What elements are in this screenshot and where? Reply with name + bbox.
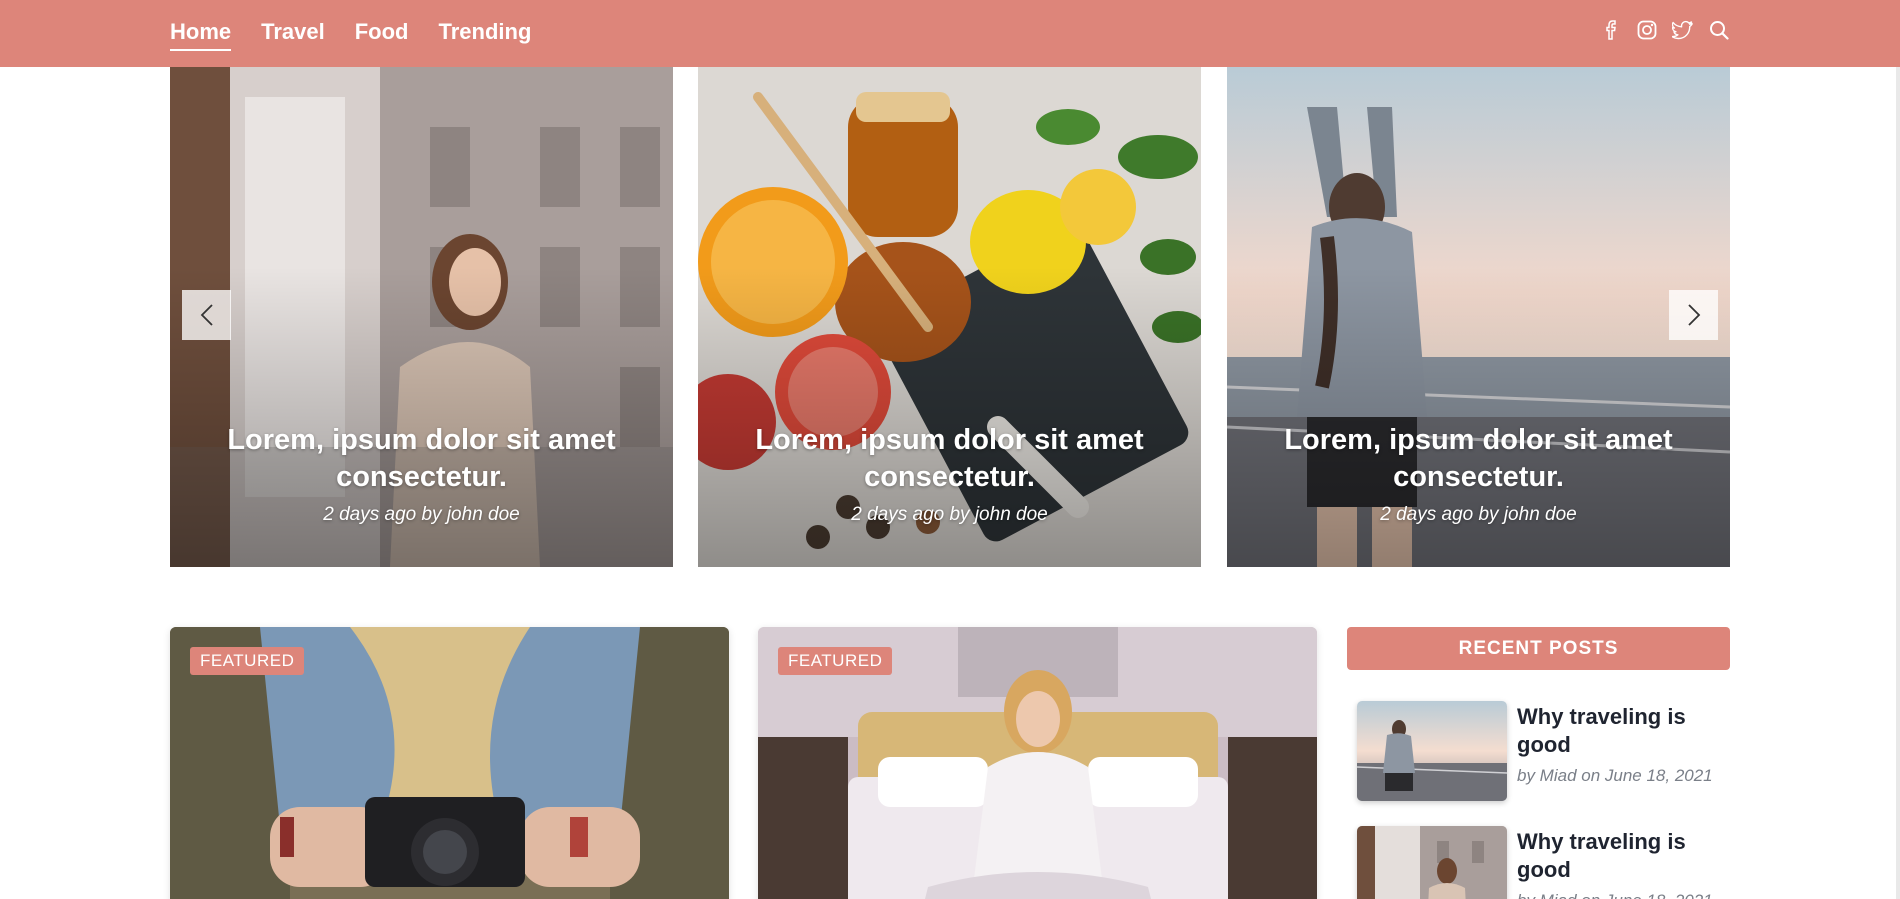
main-nav: Home Travel Food Trending [170, 0, 531, 67]
social-icons [1600, 0, 1730, 60]
slider-prev-button[interactable] [182, 290, 231, 340]
nav-link-trending[interactable]: Trending [439, 19, 532, 51]
chevron-left-icon [200, 304, 213, 326]
facebook-icon[interactable] [1600, 19, 1622, 41]
page-scrollbar[interactable] [1896, 67, 1900, 899]
slide-meta: 2 days ago by john doe [323, 504, 520, 525]
featured-card-2[interactable]: FEATURED [758, 627, 1317, 899]
recent-post-title[interactable]: Why traveling is good [1517, 703, 1730, 759]
recent-post-item[interactable]: Why traveling is good by Miad on June 18… [1357, 826, 1730, 899]
recent-post-title[interactable]: Why traveling is good [1517, 828, 1730, 884]
slide-title[interactable]: Lorem, ipsum dolor sit amet consectetur. [718, 422, 1181, 496]
nav-link-home[interactable]: Home [170, 19, 232, 51]
slide-1[interactable]: Lorem, ipsum dolor sit amet consectetur.… [170, 67, 673, 567]
slide-2[interactable]: Lorem, ipsum dolor sit amet consectetur.… [698, 67, 1201, 567]
twitter-icon[interactable] [1672, 19, 1694, 41]
slide-3[interactable]: Lorem, ipsum dolor sit amet consectetur.… [1227, 67, 1730, 567]
recent-posts-heading: RECENT POSTS [1347, 627, 1730, 670]
recent-post-thumbnail[interactable] [1357, 826, 1507, 899]
chevron-right-icon [1687, 304, 1700, 326]
recent-post-meta: by Miad on June 18, 2021 [1517, 891, 1713, 899]
recent-post-thumbnail[interactable] [1357, 701, 1507, 801]
slide-caption: Lorem, ipsum dolor sit amet consectetur.… [190, 422, 653, 526]
slide-caption: Lorem, ipsum dolor sit amet consectetur.… [718, 422, 1181, 526]
featured-badge: FEATURED [778, 647, 893, 675]
nav-link-travel[interactable]: Travel [261, 19, 325, 51]
slider-next-button[interactable] [1669, 290, 1718, 340]
slide-caption: Lorem, ipsum dolor sit amet consectetur.… [1247, 422, 1710, 526]
slide-meta: 2 days ago by john doe [851, 504, 1048, 525]
featured-badge: FEATURED [190, 647, 305, 675]
slide-title[interactable]: Lorem, ipsum dolor sit amet consectetur. [1247, 422, 1710, 496]
slide-meta: 2 days ago by john doe [1380, 504, 1577, 525]
top-navbar: Home Travel Food Trending [0, 0, 1900, 67]
recent-post-item[interactable]: Why traveling is good by Miad on June 18… [1357, 701, 1730, 801]
search-icon[interactable] [1708, 19, 1730, 41]
recent-posts-sidebar: RECENT POSTS Why traveling is good by Mi… [1347, 627, 1730, 899]
nav-link-food[interactable]: Food [355, 19, 409, 51]
featured-card-1[interactable]: FEATURED [170, 627, 729, 899]
recent-post-meta: by Miad on June 18, 2021 [1517, 766, 1713, 785]
instagram-icon[interactable] [1636, 19, 1658, 41]
hero-slider: Lorem, ipsum dolor sit amet consectetur.… [170, 67, 1730, 567]
slide-title[interactable]: Lorem, ipsum dolor sit amet consectetur. [190, 422, 653, 496]
